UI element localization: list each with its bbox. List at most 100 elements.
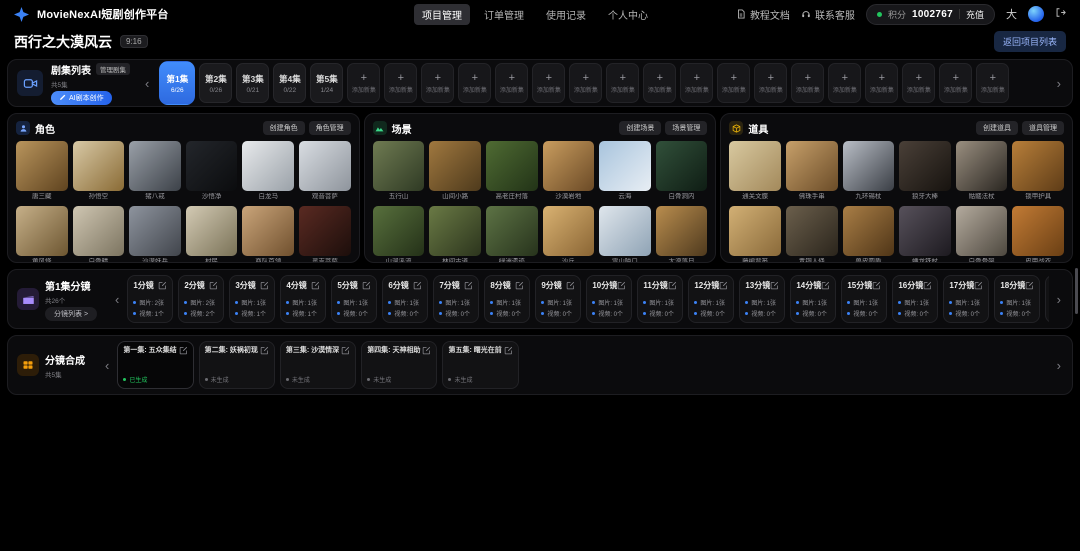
storyboard-scroll-right-icon[interactable]: › — [1055, 293, 1063, 306]
compose-card-2[interactable]: 第二集: 妖祸初现 未生成 — [198, 341, 275, 389]
edit-icon[interactable] — [617, 281, 626, 290]
shot-card-7[interactable]: 7分镜 图片: 1张 视频: 0个 — [433, 275, 480, 323]
add-episode-card[interactable]: + 添加新集 — [976, 63, 1010, 103]
shot-card-10[interactable]: 10分镜 图片: 1张 视频: 0个 — [586, 275, 633, 323]
add-episode-card[interactable]: + 添加新集 — [791, 63, 825, 103]
scenes-tile-0[interactable]: 五行山 — [372, 141, 425, 201]
edit-icon[interactable] — [872, 281, 881, 290]
scenes-tile-9[interactable]: 沙丘 — [542, 206, 595, 262]
shot-card-16[interactable]: 16分镜 图片: 1张 视频: 0个 — [892, 275, 939, 323]
edit-icon[interactable] — [515, 281, 524, 290]
characters-tile-7[interactable]: 白骨精 — [72, 206, 125, 262]
episode-card-5[interactable]: 第5集 1/24 — [310, 63, 344, 103]
props-tile-11[interactable]: 皮甲战衣 — [1012, 206, 1065, 262]
add-episode-card[interactable]: + 添加新集 — [606, 63, 640, 103]
props-tile-6[interactable]: 藤编背篓 — [729, 206, 781, 262]
edit-icon[interactable] — [422, 346, 431, 355]
storyboard-scroll-left-icon[interactable]: ‹ — [113, 293, 121, 306]
create-character-button[interactable]: 创建角色 — [262, 121, 305, 135]
characters-tile-6[interactable]: 黄风怪 — [16, 206, 68, 262]
shot-card-4[interactable]: 4分镜 图片: 1张 视频: 1个 — [280, 275, 327, 323]
episode-card-2[interactable]: 第2集 0/26 — [199, 63, 233, 103]
scenes-tile-4[interactable]: 云海 — [599, 141, 651, 201]
episodes-scroll-right-icon[interactable]: › — [1055, 77, 1063, 90]
shot-card-18[interactable]: 18分镜 图片: 1张 视频: 0个 — [994, 275, 1041, 323]
add-episode-card[interactable]: + 添加新集 — [828, 63, 862, 103]
edit-icon[interactable] — [341, 346, 350, 355]
nav-item-3[interactable]: 个人中心 — [600, 4, 656, 25]
edit-icon[interactable] — [362, 281, 371, 290]
add-episode-card[interactable]: + 添加新集 — [421, 63, 455, 103]
logout-icon[interactable] — [1055, 7, 1066, 21]
characters-tile-0[interactable]: 唐三藏 — [16, 141, 68, 201]
props-tile-4[interactable]: 骷髅法杖 — [955, 141, 1008, 201]
compose-card-1[interactable]: 第一集: 五众集结 已生成 — [117, 341, 194, 389]
compose-scroll-left-icon[interactable]: ‹ — [103, 359, 111, 372]
add-episode-card[interactable]: + 添加新集 — [754, 63, 788, 103]
edit-icon[interactable] — [311, 281, 320, 290]
add-episode-card[interactable]: + 添加新集 — [865, 63, 899, 103]
characters-tile-8[interactable]: 沙漠妖兵 — [129, 206, 181, 262]
episode-card-3[interactable]: 第3集 0/21 — [236, 63, 270, 103]
edit-icon[interactable] — [974, 281, 983, 290]
shot-card-1[interactable]: 1分镜 图片: 2张 视频: 1个 — [127, 275, 174, 323]
create-scene-button[interactable]: 创建场景 — [619, 121, 662, 135]
add-episode-card[interactable]: + 添加新集 — [680, 63, 714, 103]
characters-tile-10[interactable]: 商队首领 — [242, 206, 295, 262]
characters-tile-9[interactable]: 村民 — [185, 206, 238, 262]
props-tile-1[interactable]: 佛珠手串 — [785, 141, 838, 201]
edit-icon[interactable] — [413, 281, 422, 290]
font-size-icon[interactable]: 大 — [1006, 6, 1017, 22]
shot-card-17[interactable]: 17分镜 图片: 1张 视频: 0个 — [943, 275, 990, 323]
scenes-tile-10[interactable]: 雪山隘口 — [599, 206, 651, 262]
props-tile-2[interactable]: 九环锡杖 — [842, 141, 895, 201]
shot-card-8[interactable]: 8分镜 图片: 1张 视频: 0个 — [484, 275, 531, 323]
scenes-tile-6[interactable]: 山涧溪流 — [372, 206, 425, 262]
edit-icon[interactable] — [179, 346, 188, 355]
props-tile-7[interactable]: 青铜人俑 — [785, 206, 838, 262]
shot-card-19[interactable]: 19分镜 图片: 1张 视频: 0个 — [1045, 275, 1049, 323]
props-tile-9[interactable]: 蟠龙铁杖 — [899, 206, 951, 262]
add-episode-card[interactable]: + 添加新集 — [643, 63, 677, 103]
compose-scroll-right-icon[interactable]: › — [1055, 359, 1063, 372]
add-episode-card[interactable]: + 添加新集 — [384, 63, 418, 103]
shot-card-3[interactable]: 3分镜 图片: 1张 视频: 1个 — [229, 275, 276, 323]
edit-icon[interactable] — [566, 281, 575, 290]
scenes-tile-11[interactable]: 大漠落日 — [655, 206, 708, 262]
add-episode-card[interactable]: + 添加新集 — [902, 63, 936, 103]
shot-card-6[interactable]: 6分镜 图片: 1张 视频: 0个 — [382, 275, 429, 323]
edit-icon[interactable] — [1025, 281, 1034, 290]
nav-item-0[interactable]: 项目管理 — [414, 3, 470, 25]
add-episode-card[interactable]: + 添加新集 — [717, 63, 751, 103]
compose-card-3[interactable]: 第三集: 沙漠情深 未生成 — [279, 341, 357, 389]
shot-card-14[interactable]: 14分镜 图片: 1张 视频: 0个 — [790, 275, 837, 323]
shot-card-9[interactable]: 9分镜 图片: 1张 视频: 0个 — [535, 275, 582, 323]
compose-card-5[interactable]: 第五集: 曙光在前 未生成 — [442, 341, 519, 389]
add-episode-card[interactable]: + 添加新集 — [939, 63, 973, 103]
page-scrollbar[interactable] — [1075, 268, 1078, 314]
add-episode-card[interactable]: + 添加新集 — [495, 63, 529, 103]
back-to-projects-button[interactable]: 返回项目列表 — [993, 31, 1066, 52]
docs-link[interactable]: 教程文档 — [736, 7, 790, 22]
manage-scenes-button[interactable]: 场景管理 — [665, 121, 708, 135]
characters-tile-2[interactable]: 猪八戒 — [129, 141, 181, 201]
avatar[interactable] — [1028, 6, 1044, 22]
add-episode-card[interactable]: + 添加新集 — [569, 63, 603, 103]
edit-icon[interactable] — [158, 281, 167, 290]
characters-tile-3[interactable]: 沙悟净 — [185, 141, 238, 201]
recharge-button[interactable]: 充值 — [966, 8, 984, 21]
add-episode-card[interactable]: + 添加新集 — [347, 63, 381, 103]
manage-episodes-button[interactable]: 管理剧集 — [96, 63, 130, 75]
ai-script-button[interactable]: AI剧本创作 — [51, 90, 112, 105]
episode-card-4[interactable]: 第4集 0/22 — [273, 63, 307, 103]
edit-icon[interactable] — [209, 281, 218, 290]
edit-icon[interactable] — [770, 281, 779, 290]
add-episode-card[interactable]: + 添加新集 — [458, 63, 492, 103]
compose-card-4[interactable]: 第四集: 天神相助 未生成 — [361, 341, 438, 389]
shot-card-11[interactable]: 11分镜 图片: 1张 视频: 0个 — [637, 275, 684, 323]
shot-card-5[interactable]: 5分镜 图片: 1张 视频: 0个 — [331, 275, 378, 323]
add-episode-card[interactable]: + 添加新集 — [532, 63, 566, 103]
shot-card-2[interactable]: 2分镜 图片: 2张 视频: 2个 — [178, 275, 225, 323]
props-tile-10[interactable]: 白骨骨架 — [955, 206, 1008, 262]
scenes-tile-1[interactable]: 山间小路 — [429, 141, 481, 201]
